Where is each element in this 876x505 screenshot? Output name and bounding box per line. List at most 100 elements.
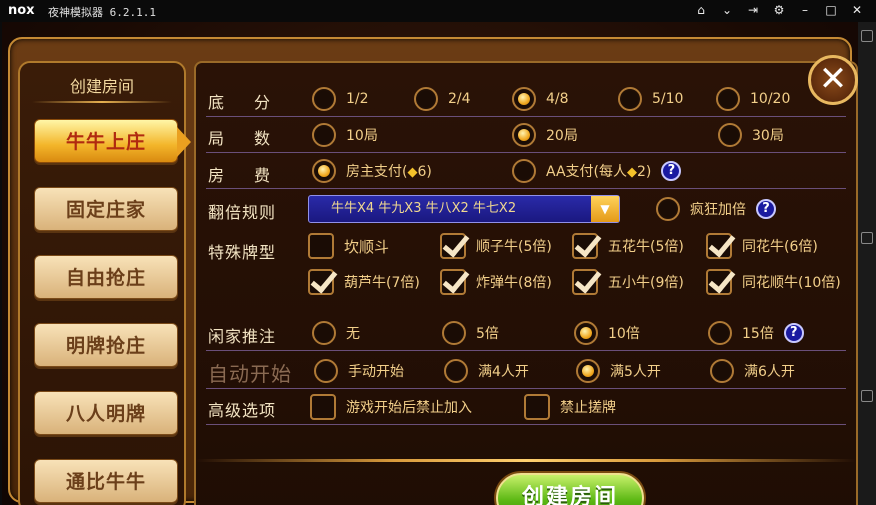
checkbox[interactable] — [706, 269, 732, 295]
option-label: 禁止搓牌 — [560, 400, 616, 416]
toolbar-button[interactable] — [861, 30, 873, 42]
checkbox[interactable] — [572, 269, 598, 295]
rounds-option[interactable]: 20局 — [512, 123, 578, 147]
radio-button[interactable] — [656, 197, 680, 221]
option-label: 1/2 — [346, 91, 369, 107]
special-option[interactable]: 同花牛(6倍) — [706, 233, 818, 259]
option-label: 同花牛(6倍) — [742, 239, 818, 255]
option-label: 同花顺牛(10倍) — [742, 275, 841, 291]
rounds-option[interactable]: 10局 — [312, 123, 378, 147]
push-bet-option[interactable]: 5倍 — [442, 321, 499, 345]
option-label: 手动开始 — [348, 364, 404, 380]
radio-button[interactable] — [312, 159, 336, 183]
base-score-option[interactable]: 1/2 — [312, 87, 369, 111]
radio-button[interactable] — [312, 87, 336, 111]
radio-button[interactable] — [314, 359, 338, 383]
base-score-label: 底分 — [208, 93, 301, 112]
aa-pay-option[interactable]: AA支付(每人◆2) ? — [512, 159, 682, 183]
fee-amount: 6) — [417, 164, 432, 180]
radio-button[interactable] — [716, 87, 740, 111]
checkbox[interactable] — [440, 269, 466, 295]
no-join-after-start-option[interactable]: 游戏开始后禁止加入 — [310, 394, 472, 420]
create-room-dialog: 创建房间 牛牛上庄 固定庄家 自由抢庄 明牌抢庄 八人明牌 通比牛牛 底分 1/… — [8, 37, 858, 505]
option-label: 房主支付(◆6) — [346, 161, 432, 181]
auto-start-label: 自动开始 — [208, 362, 292, 386]
mode-eight-open-button[interactable]: 八人明牌 — [34, 391, 178, 435]
special-option[interactable]: 同花顺牛(10倍) — [706, 269, 841, 295]
crazy-double-option[interactable]: 疯狂加倍 ? — [656, 197, 776, 221]
auto-start-option[interactable]: 满5人开 — [576, 359, 661, 383]
push-bet-option[interactable]: 10倍 — [574, 321, 640, 345]
gear-icon[interactable]: ⚙ — [772, 2, 786, 18]
dropdown-arrow-icon[interactable]: ▼ — [591, 196, 619, 222]
radio-button[interactable] — [442, 321, 466, 345]
special-option[interactable]: 顺子牛(5倍) — [440, 233, 552, 259]
toolbar-button[interactable] — [861, 390, 873, 402]
checkbox[interactable] — [308, 233, 334, 259]
checkbox[interactable] — [310, 394, 336, 420]
double-rule-select[interactable]: 牛牛X4 牛九X3 牛八X2 牛七X2 ▼ — [308, 195, 620, 223]
special-option[interactable]: 五小牛(9倍) — [572, 269, 684, 295]
radio-button[interactable] — [312, 321, 336, 345]
radio-button[interactable] — [574, 321, 598, 345]
radio-button[interactable] — [618, 87, 642, 111]
radio-button[interactable] — [576, 359, 600, 383]
auto-start-option[interactable]: 满6人开 — [710, 359, 795, 383]
radio-button[interactable] — [312, 123, 336, 147]
special-option[interactable]: 葫芦牛(7倍) — [308, 269, 420, 295]
option-label: 炸弹牛(8倍) — [476, 275, 552, 291]
radio-button[interactable] — [718, 123, 742, 147]
no-squeeze-option[interactable]: 禁止搓牌 — [524, 394, 616, 420]
checkbox[interactable] — [524, 394, 550, 420]
radio-button[interactable] — [512, 87, 536, 111]
minimize-icon[interactable]: – — [798, 2, 812, 18]
auto-start-row: 自动开始 手动开始 满4人开 满5人开 满6人开 — [196, 353, 856, 389]
mode-niuniu-banker-button[interactable]: 牛牛上庄 — [34, 119, 191, 163]
fee-amount: 2) — [637, 164, 652, 180]
radio-button[interactable] — [444, 359, 468, 383]
close-icon[interactable]: ✕ — [808, 55, 858, 105]
mode-free-grab-button[interactable]: 自由抢庄 — [34, 255, 178, 299]
auto-start-option[interactable]: 手动开始 — [314, 359, 404, 383]
mode-open-grab-button[interactable]: 明牌抢庄 — [34, 323, 178, 367]
special-option[interactable]: 五花牛(5倍) — [572, 233, 684, 259]
push-bet-option[interactable]: 无 — [312, 321, 360, 345]
radio-button[interactable] — [512, 159, 536, 183]
create-room-button[interactable]: 创建房间 — [496, 473, 644, 505]
chevron-down-icon[interactable]: ⌄ — [720, 2, 734, 18]
option-label: 10倍 — [608, 326, 640, 342]
owner-pay-option[interactable]: 房主支付(◆6) — [312, 159, 432, 183]
radio-button[interactable] — [708, 321, 732, 345]
pin-icon[interactable]: ⇥ — [746, 2, 760, 18]
fee-prefix: 房主支付( — [346, 164, 408, 180]
mode-label: 明牌抢庄 — [65, 335, 146, 357]
radio-button[interactable] — [512, 123, 536, 147]
help-icon[interactable]: ? — [661, 161, 682, 181]
push-bet-option[interactable]: 15倍 ? — [708, 321, 804, 345]
special-option[interactable]: 炸弹牛(8倍) — [440, 269, 552, 295]
rounds-option[interactable]: 30局 — [718, 123, 784, 147]
toolbar-button[interactable] — [861, 232, 873, 244]
radio-button[interactable] — [710, 359, 734, 383]
checkbox[interactable] — [308, 269, 334, 295]
checkbox[interactable] — [706, 233, 732, 259]
home-icon[interactable]: ⌂ — [694, 2, 708, 18]
mode-tongbi-button[interactable]: 通比牛牛 — [34, 459, 178, 503]
base-score-option[interactable]: 2/4 — [414, 87, 471, 111]
option-label: 10/20 — [750, 91, 791, 107]
maximize-icon[interactable]: □ — [824, 2, 838, 18]
checkbox[interactable] — [572, 233, 598, 259]
auto-start-option[interactable]: 满4人开 — [444, 359, 529, 383]
mode-fixed-banker-button[interactable]: 固定庄家 — [34, 187, 178, 231]
checkbox[interactable] — [440, 233, 466, 259]
special-option[interactable]: 坎顺斗 — [308, 233, 389, 259]
base-score-option[interactable]: 5/10 — [618, 87, 683, 111]
help-icon[interactable]: ? — [756, 199, 776, 219]
base-score-option[interactable]: 4/8 — [512, 87, 569, 111]
radio-button[interactable] — [414, 87, 438, 111]
help-icon[interactable]: ? — [783, 323, 804, 343]
close-icon[interactable]: ✕ — [850, 2, 864, 18]
advanced-row: 高级选项 游戏开始后禁止加入 禁止搓牌 — [196, 389, 856, 425]
base-score-option[interactable]: 10/20 — [716, 87, 790, 111]
option-label: 4/8 — [546, 91, 569, 107]
